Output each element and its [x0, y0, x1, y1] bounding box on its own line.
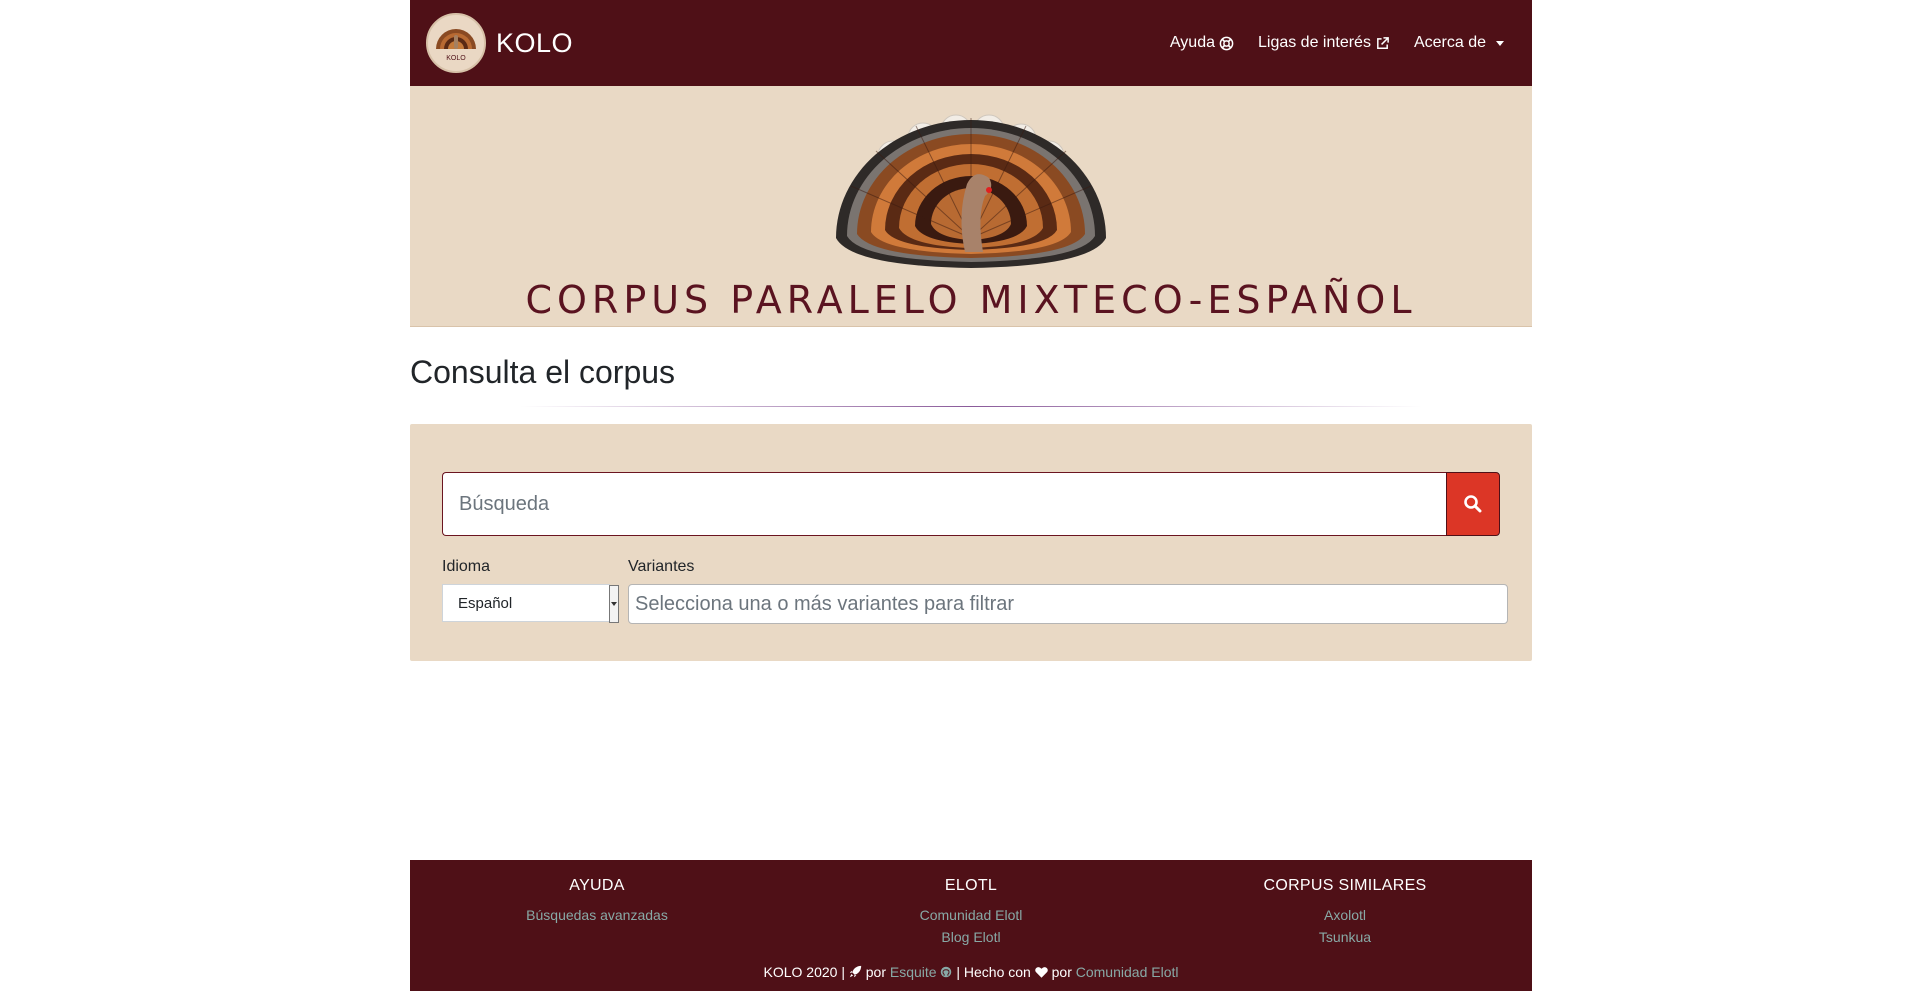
footer-link-blog[interactable]: Blog Elotl: [784, 926, 1158, 948]
navbar: KOLO KOLO Ayuda Ligas de interés Acerca …: [410, 0, 1532, 86]
footer-col-title: ELOTL: [944, 877, 998, 894]
brand-name: KOLO: [496, 27, 574, 58]
footer-link-busquedas[interactable]: Búsquedas avanzadas: [410, 904, 784, 926]
credits-middle: | Hecho con: [956, 964, 1031, 980]
footer-link-tsunkua[interactable]: Tsunkua: [1158, 926, 1532, 948]
nav-ayuda-label: Ayuda: [1169, 34, 1215, 51]
search-panel: Idioma Español Variantes: [410, 424, 1532, 661]
nav-ligas-label: Ligas de interés: [1257, 34, 1371, 51]
filters-row: Idioma Español Variantes: [442, 558, 1508, 624]
esquite-link[interactable]: Esquite: [890, 964, 937, 980]
github-icon: [941, 966, 952, 978]
language-label: Idioma: [442, 558, 491, 575]
footer: AYUDA Búsquedas avanzadas ELOTL Comunida…: [410, 860, 1532, 991]
banner-title: CORPUS PARALELO MIXTECO-ESPAÑOL: [525, 278, 1417, 322]
language-selected-value: Español: [458, 594, 513, 612]
caret-down-icon: [1496, 41, 1504, 46]
variants-input[interactable]: [628, 584, 1508, 624]
logo-text: KOLO: [446, 55, 466, 62]
comunidad-elotl-link[interactable]: Comunidad Elotl: [1076, 964, 1179, 980]
nav-ligas[interactable]: Ligas de interés: [1246, 34, 1402, 52]
footer-columns: AYUDA Búsquedas avanzadas ELOTL Comunida…: [410, 860, 1532, 948]
footer-credits: KOLO 2020 | por Esquite | Hecho con por …: [410, 964, 1532, 980]
page-title: Consulta el corpus: [410, 354, 676, 390]
brand-link[interactable]: KOLO KOLO: [426, 13, 573, 73]
search-button[interactable]: [1446, 472, 1500, 536]
credits-por-1: por: [865, 964, 886, 980]
nav-links: Ayuda Ligas de interés Acerca de: [1158, 34, 1516, 52]
select-arrow-icon: [609, 585, 619, 623]
language-filter: Idioma Español: [442, 558, 619, 624]
footer-link-comunidad[interactable]: Comunidad Elotl: [784, 904, 1158, 926]
heart-icon: [1034, 967, 1048, 978]
nav-acerca-de[interactable]: Acerca de: [1402, 34, 1516, 52]
divider: [520, 406, 1422, 407]
variants-filter: Variantes: [618, 558, 1508, 624]
credits-por-2: por: [1051, 964, 1072, 980]
search-input[interactable]: [442, 472, 1446, 536]
external-link-icon: [1377, 36, 1389, 49]
rocket-icon: [849, 965, 862, 978]
footer-col-ayuda: AYUDA Búsquedas avanzadas: [410, 877, 784, 948]
language-select[interactable]: Español: [442, 584, 619, 623]
footer-link-axolotl[interactable]: Axolotl: [1158, 904, 1532, 926]
footer-col-title: CORPUS SIMILARES: [1263, 877, 1427, 894]
search-row: [442, 472, 1500, 536]
variants-label: Variantes: [628, 558, 695, 575]
turkey-illustration: [836, 114, 1106, 268]
nav-ayuda[interactable]: Ayuda: [1158, 34, 1246, 52]
footer-col-elotl: ELOTL Comunidad Elotl Blog Elotl: [784, 877, 1158, 948]
page-container: KOLO KOLO Ayuda Ligas de interés Acerca …: [410, 0, 1532, 661]
footer-col-title: AYUDA: [569, 877, 625, 894]
hero-banner: CORPUS PARALELO MIXTECO-ESPAÑOL: [410, 86, 1532, 327]
nav-acerca-label: Acerca de: [1413, 34, 1486, 51]
kolo-logo: KOLO: [426, 13, 486, 73]
search-icon: [1464, 495, 1482, 513]
credits-prefix: KOLO 2020 |: [763, 964, 845, 980]
footer-col-similares: CORPUS SIMILARES Axolotl Tsunkua: [1158, 877, 1532, 948]
life-ring-icon: [1219, 36, 1234, 50]
